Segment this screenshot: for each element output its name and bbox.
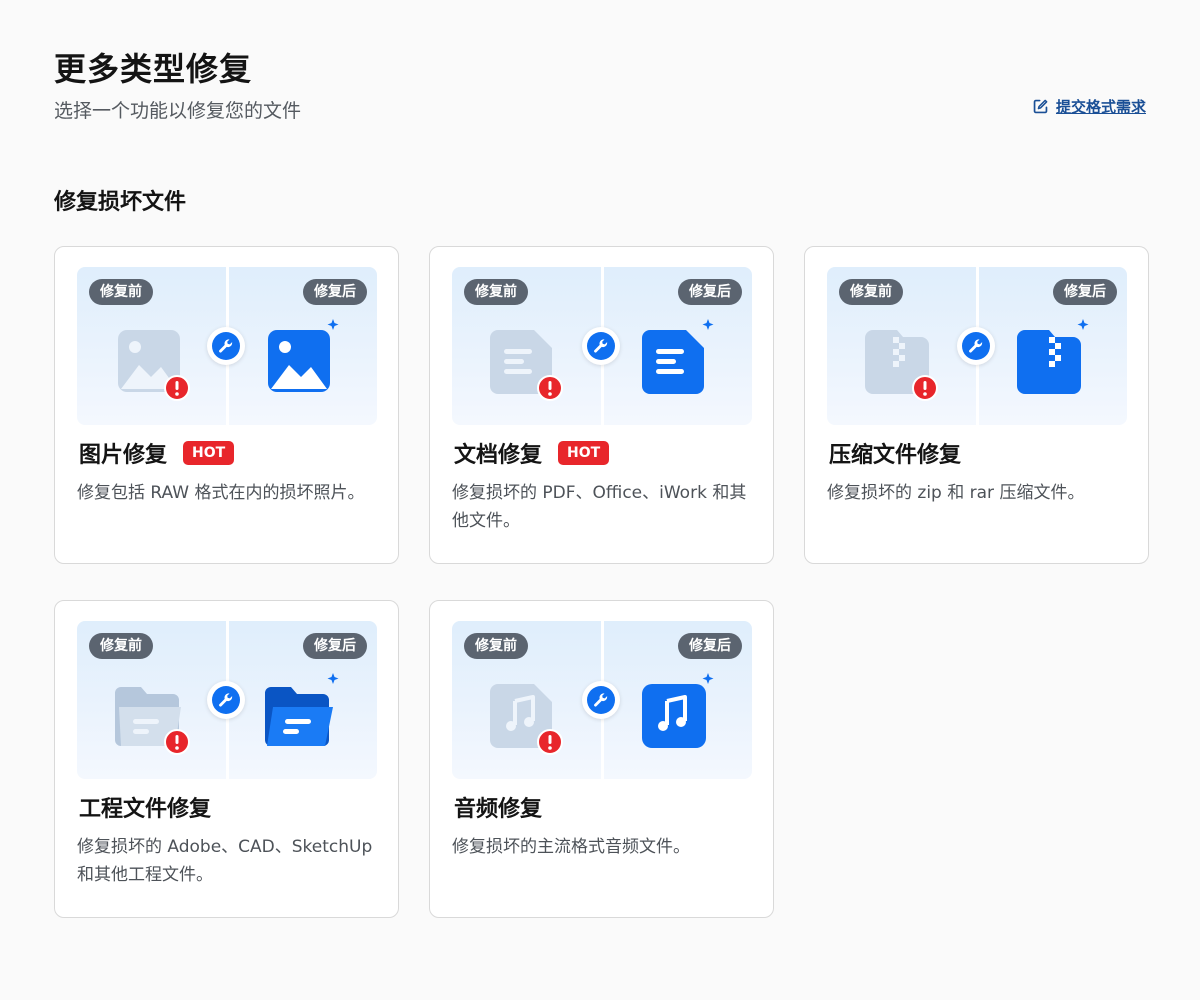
document-icon — [488, 325, 563, 401]
page-title: 更多类型修复 — [54, 50, 253, 88]
card-audio-repair[interactable]: 修复前 修复后 音频修复 修复损坏的主流格式音频文件。 — [429, 600, 774, 918]
preview-panel: 修复前 修复后 — [452, 621, 752, 779]
submit-format-request-link[interactable]: 提交格式需求 — [1032, 96, 1146, 117]
edit-icon — [1033, 99, 1048, 114]
card-zip-repair[interactable]: 修复前 修复后 压缩文件修复 修复损坏的 zip 和 rar 压缩文件。 — [804, 246, 1149, 564]
image-icon — [263, 319, 339, 401]
card-title: 工程文件修复 — [79, 797, 212, 822]
hot-badge: HOT — [183, 441, 235, 465]
card-title: 压缩文件修复 — [829, 443, 962, 468]
card-description: 修复损坏的主流格式音频文件。 — [452, 837, 690, 857]
card-title: 音频修复 — [454, 797, 543, 822]
wrench-icon — [207, 327, 245, 365]
before-label: 修复前 — [464, 633, 528, 659]
card-document-repair[interactable]: 修复前 修复后 文档修复 HOT 修复损坏的 PDF、Office、iWork … — [429, 246, 774, 564]
card-title: 图片修复 — [79, 443, 168, 468]
wrench-icon — [957, 327, 995, 365]
before-label: 修复前 — [464, 279, 528, 305]
after-label: 修复后 — [303, 633, 367, 659]
wrench-icon — [207, 681, 245, 719]
after-label: 修复后 — [678, 633, 742, 659]
page: 更多类型修复 选择一个功能以修复您的文件 提交格式需求 修复损坏文件 修复前 修… — [0, 0, 1200, 1000]
before-label: 修复前 — [89, 633, 153, 659]
music-icon — [638, 673, 714, 755]
card-image-repair[interactable]: 修复前 修复后 图片修复 HOT 修复包括 RAW 格式在内的损坏照片。 — [54, 246, 399, 564]
section-title: 修复损坏文件 — [54, 190, 187, 215]
after-label: 修复后 — [678, 279, 742, 305]
card-description: 修复包括 RAW 格式在内的损坏照片。 — [77, 483, 365, 503]
image-icon — [113, 325, 190, 401]
page-subtitle: 选择一个功能以修复您的文件 — [54, 100, 302, 122]
folder-icon — [263, 673, 339, 755]
preview-panel: 修复前 修复后 — [452, 267, 752, 425]
preview-panel: 修复前 修复后 — [77, 621, 377, 779]
card-description: 修复损坏的 PDF、Office、iWork 和其他文件。 — [452, 483, 747, 531]
card-title: 文档修复 — [454, 443, 543, 468]
wrench-icon — [582, 681, 620, 719]
card-description: 修复损坏的 zip 和 rar 压缩文件。 — [827, 483, 1085, 503]
submit-link-label: 提交格式需求 — [1055, 98, 1146, 116]
card-description: 修复损坏的 Adobe、CAD、SketchUp 和其他工程文件。 — [77, 837, 373, 885]
document-icon — [638, 319, 714, 401]
preview-panel: 修复前 修复后 — [827, 267, 1127, 425]
card-project-file-repair[interactable]: 修复前 修复后 工程文件修复 修复损坏的 Adobe、CAD、SketchUp … — [54, 600, 399, 918]
preview-panel: 修复前 修复后 — [77, 267, 377, 425]
after-label: 修复后 — [1053, 279, 1117, 305]
after-label: 修复后 — [303, 279, 367, 305]
zip-file-icon — [863, 325, 938, 401]
wrench-icon — [582, 327, 620, 365]
hot-badge: HOT — [558, 441, 610, 465]
folder-icon — [113, 679, 190, 755]
before-label: 修复前 — [839, 279, 903, 305]
zip-file-icon — [1013, 319, 1089, 401]
before-label: 修复前 — [89, 279, 153, 305]
music-icon — [488, 679, 563, 755]
